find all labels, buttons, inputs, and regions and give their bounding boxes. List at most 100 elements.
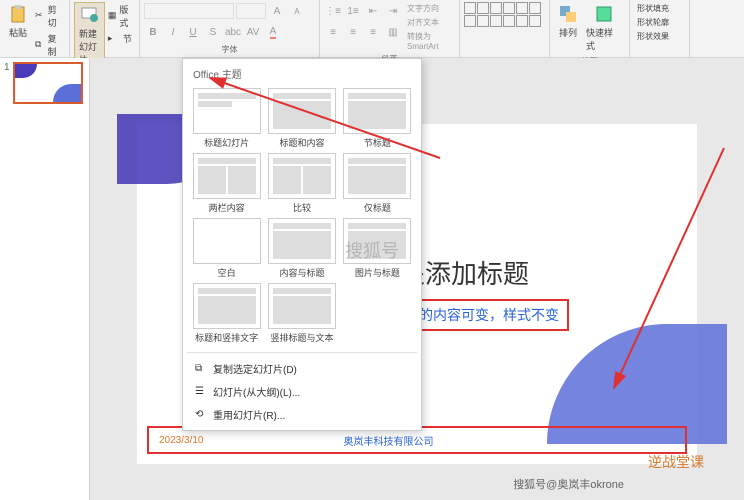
layout-thumb-icon [343, 153, 411, 199]
corner-text: 逆战堂课 [648, 452, 704, 472]
font-color-button[interactable]: A [264, 23, 282, 41]
shape-gallery[interactable] [464, 2, 545, 27]
paste-label: 粘贴 [9, 26, 27, 39]
layout-thumb-icon [193, 218, 261, 264]
slide-thumbnail-1[interactable] [13, 62, 83, 104]
font-group: A A B I U S abc AV A 字体 [140, 0, 320, 57]
increase-font-button[interactable]: A [268, 2, 286, 20]
reuse-icon: ⟲ [195, 409, 207, 421]
shape-fill-button[interactable]: 形状填充 [634, 2, 685, 15]
layout-thumb-icon [268, 153, 336, 199]
layout-option-10[interactable]: 竖排标题与文本 [266, 283, 337, 344]
font-family-select[interactable] [144, 3, 234, 19]
paragraph-group: ⋮≡ 1≡ ⇤ ⇥ ≡ ≡ ≡ ▥ 文字方向 对齐文本 转换为 SmartArt… [320, 0, 460, 57]
layout-thumb-icon [343, 88, 411, 134]
layout-thumb-icon [268, 88, 336, 134]
layout-option-label: 仅标题 [364, 201, 391, 214]
layout-option-label: 标题幻灯片 [204, 136, 249, 149]
layout-option-label: 内容与标题 [279, 266, 324, 279]
watermark-bottom: 搜狐号@奥岚丰okrone [513, 476, 624, 492]
align-center-button[interactable]: ≡ [344, 23, 362, 41]
bullets-button[interactable]: ⋮≡ [324, 2, 342, 20]
layout-button[interactable]: ▦版式 [105, 2, 135, 30]
spacing-button[interactable]: AV [244, 23, 262, 41]
layout-option-label: 图片与标题 [355, 266, 400, 279]
layout-dropdown-menu: Office 主题 标题幻灯片 标题和内容 节标题两栏内容 比较 仅标题空白 内容与标题 图… [182, 58, 422, 431]
reuse-slides-menuitem[interactable]: ⟲重用幻灯片(R)... [187, 403, 417, 426]
copy-icon: ⧉ [35, 39, 45, 51]
section-button[interactable]: ▸节 [105, 31, 135, 46]
layout-thumb-icon [193, 88, 261, 134]
align-right-button[interactable]: ≡ [364, 23, 382, 41]
shape-effect-button[interactable]: 形状效果 [634, 30, 685, 43]
layout-thumb-icon [268, 218, 336, 264]
bold-button[interactable]: B [144, 23, 162, 41]
shape-outline-button[interactable]: 形状轮廓 [634, 16, 685, 29]
section-icon: ▸ [108, 33, 120, 45]
thumb-number: 1 [4, 62, 10, 104]
numbering-button[interactable]: 1≡ [344, 2, 362, 20]
thumbnail-panel: 1 [0, 58, 90, 500]
indent-dec-button[interactable]: ⇤ [364, 2, 382, 20]
shapes-group [460, 0, 550, 57]
font-label: 字体 [144, 42, 315, 55]
footer-company: 奥岚丰科技有限公司 [344, 433, 434, 448]
slides-group: 新建 幻灯片 ▦版式 ▸节 幻灯片 [70, 0, 140, 57]
layout-option-7[interactable]: 内容与标题 [266, 218, 337, 279]
layout-option-label: 竖排标题与文本 [270, 331, 333, 344]
arrange-group: 排列 快速样式 绘图 [550, 0, 630, 57]
clipboard-group: 粘贴 ✂剪切 ⧉复制 🖌格式刷 剪贴板 [0, 0, 70, 57]
indent-inc-button[interactable]: ⇥ [384, 2, 402, 20]
arrange-icon [558, 4, 578, 24]
decrease-font-button[interactable]: A [288, 2, 306, 20]
layout-option-9[interactable]: 标题和竖排文字 [191, 283, 262, 344]
smartart-button[interactable]: 转换为 SmartArt [404, 30, 455, 52]
paste-icon [8, 4, 28, 24]
copy-button[interactable]: ⧉复制 [32, 31, 65, 59]
layout-thumb-icon [268, 283, 336, 329]
layout-option-label: 比较 [293, 201, 311, 214]
cut-button[interactable]: ✂剪切 [32, 2, 65, 30]
layout-option-6[interactable]: 空白 [191, 218, 262, 279]
layout-icon: ▦ [108, 10, 117, 22]
text-direction-button[interactable]: 文字方向 [404, 2, 455, 15]
duplicate-icon: ⧉ [195, 363, 207, 375]
slide-canvas: Office 主题 标题幻灯片 标题和内容 节标题两栏内容 比较 仅标题空白 内容与标题 图… [90, 58, 744, 500]
ribbon: 粘贴 ✂剪切 ⧉复制 🖌格式刷 剪贴板 新建 幻灯片 ▦版式 ▸节 幻灯片 [0, 0, 744, 58]
arrange-button[interactable]: 排列 [554, 2, 582, 54]
layout-option-2[interactable]: 节标题 [342, 88, 413, 149]
layout-option-3[interactable]: 两栏内容 [191, 153, 262, 214]
layout-option-4[interactable]: 比较 [266, 153, 337, 214]
menu-heading: Office 主题 [187, 63, 417, 84]
cut-icon: ✂ [35, 10, 45, 22]
layout-option-8[interactable]: 图片与标题 [342, 218, 413, 279]
layout-option-0[interactable]: 标题幻灯片 [191, 88, 262, 149]
layout-option-label: 节标题 [364, 136, 391, 149]
workspace: 1 Office 主题 标题幻灯片 标题和内容 节标题两栏内容 比较 仅标题空白 内容与标… [0, 58, 744, 500]
font-size-select[interactable] [236, 3, 266, 19]
new-slide-icon [79, 5, 99, 25]
layout-option-label: 标题和竖排文字 [195, 331, 258, 344]
layout-option-label: 标题和内容 [279, 136, 324, 149]
layout-option-label: 两栏内容 [209, 201, 245, 214]
footer-date: 2023/3/10 [159, 435, 204, 446]
layout-thumb-icon [193, 283, 261, 329]
quick-style-button[interactable]: 快速样式 [582, 2, 625, 54]
slides-from-outline-menuitem[interactable]: ☰幻灯片(从大纲)(L)... [187, 380, 417, 403]
layout-thumb-icon [343, 218, 411, 264]
align-text-button[interactable]: 对齐文本 [404, 16, 455, 29]
italic-button[interactable]: I [164, 23, 182, 41]
columns-button[interactable]: ▥ [384, 23, 402, 41]
shape-style-group: 形状填充 形状轮廓 形状效果 [630, 0, 690, 57]
style-icon [594, 4, 614, 24]
underline-button[interactable]: U [184, 23, 202, 41]
duplicate-slide-menuitem[interactable]: ⧉复制选定幻灯片(D) [187, 357, 417, 380]
outline-icon: ☰ [195, 386, 207, 398]
layout-thumb-icon [193, 153, 261, 199]
layout-option-label: 空白 [218, 266, 236, 279]
layout-option-1[interactable]: 标题和内容 [266, 88, 337, 149]
shadow-button[interactable]: abc [224, 23, 242, 41]
align-left-button[interactable]: ≡ [324, 23, 342, 41]
layout-option-5[interactable]: 仅标题 [342, 153, 413, 214]
strike-button[interactable]: S [204, 23, 222, 41]
